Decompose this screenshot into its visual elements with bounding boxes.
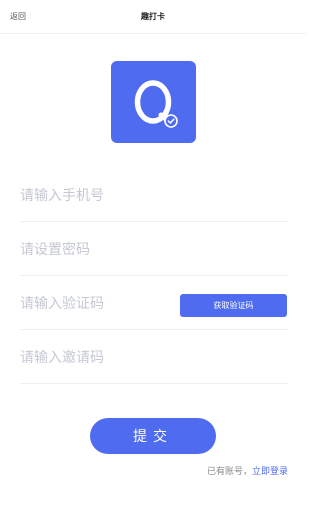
phone-field-row: [20, 168, 288, 222]
login-prompt: 已有账号，立即登录: [207, 464, 288, 477]
login-link[interactable]: 立即登录: [252, 467, 288, 477]
phone-input[interactable]: [20, 185, 170, 207]
page-title: 趣打卡: [141, 12, 165, 21]
app-logo-q-icon: [134, 80, 178, 128]
submit-button[interactable]: 提交: [90, 418, 216, 454]
verification-code-input[interactable]: [20, 293, 170, 315]
get-code-button[interactable]: 获取验证码: [180, 294, 287, 317]
nav-bar: 返回 趣打卡: [0, 0, 306, 34]
invite-field-row: [20, 330, 288, 384]
password-input[interactable]: [20, 239, 170, 261]
invite-code-input[interactable]: [20, 347, 170, 369]
has-account-text: 已有账号，: [206, 467, 252, 477]
app-logo: [111, 61, 196, 143]
password-field-row: [20, 222, 288, 276]
register-screen: 返回 趣打卡 获取验证码 提交 已有账号，立即登录: [0, 0, 306, 524]
